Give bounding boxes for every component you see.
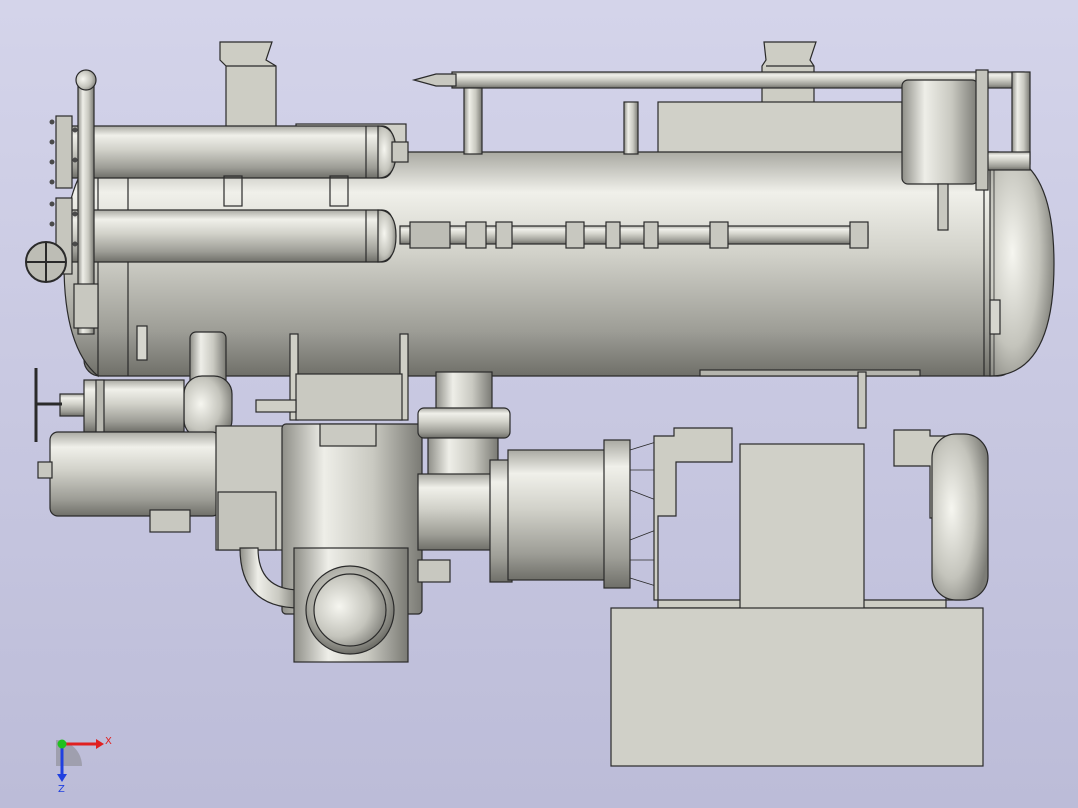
instrument-line[interactable] xyxy=(399,221,869,249)
z-axis-label: Z xyxy=(58,784,65,794)
compressor-unit-model[interactable] xyxy=(0,0,1078,808)
top-cover-plate[interactable] xyxy=(657,101,903,155)
cad-viewport[interactable]: X Z xyxy=(0,0,1078,808)
coordinate-triad: X Z xyxy=(56,736,112,794)
motor-base-frame[interactable] xyxy=(610,607,984,767)
lower-side-tank[interactable] xyxy=(55,197,397,275)
compressor-motor[interactable] xyxy=(37,425,293,551)
drive-motor[interactable] xyxy=(653,371,989,611)
upper-side-tank[interactable] xyxy=(55,115,409,189)
suction-elbow[interactable] xyxy=(183,331,233,439)
left-valve-assembly[interactable] xyxy=(34,368,185,442)
left-riser-pipe[interactable] xyxy=(73,69,99,335)
x-axis-label: X xyxy=(105,736,112,747)
vessel-handwheel[interactable] xyxy=(25,241,67,283)
